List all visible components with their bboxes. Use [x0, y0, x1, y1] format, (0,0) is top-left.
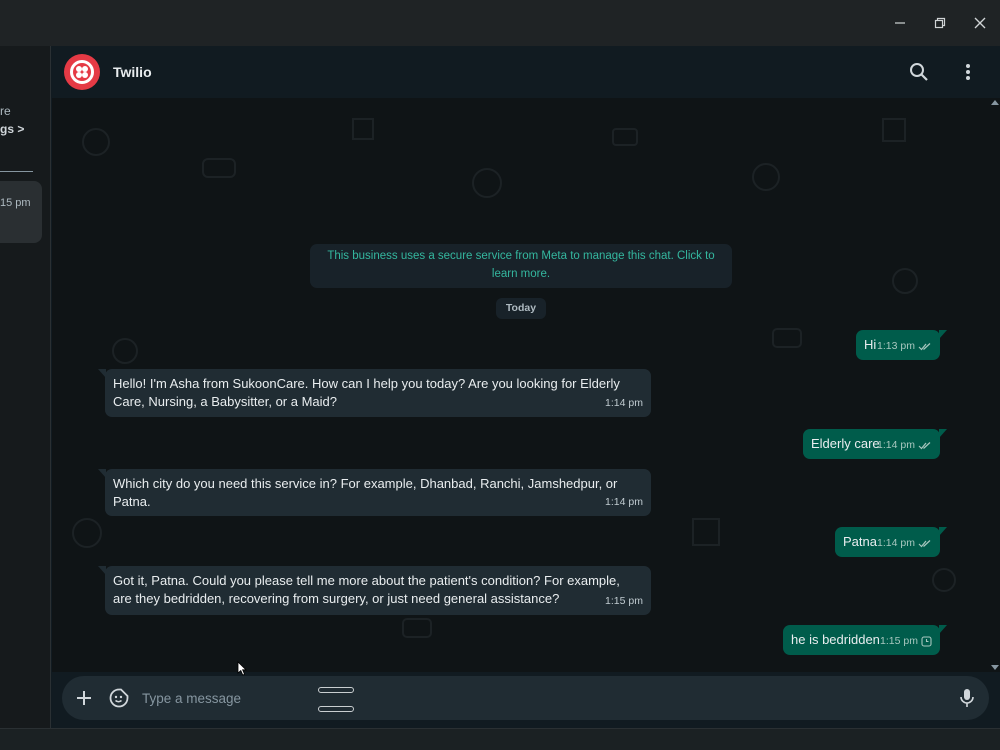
- message-meta: 1:14 pm: [877, 436, 932, 454]
- message-bubble-incoming[interactable]: Hello! I'm Asha from SukoonCare. How can…: [98, 369, 651, 417]
- message-time: 1:14 pm: [605, 496, 643, 508]
- encryption-notice[interactable]: This business uses a secure service from…: [310, 244, 732, 288]
- sidebar-chat-item[interactable]: [0, 181, 42, 243]
- window-titlebar: [0, 0, 1000, 46]
- avatar[interactable]: [64, 54, 100, 90]
- sidebar-link-fragment[interactable]: gs >: [0, 122, 24, 136]
- sticker-icon[interactable]: [107, 686, 131, 710]
- restore-icon[interactable]: [927, 10, 953, 36]
- contact-name[interactable]: Twilio: [113, 64, 152, 80]
- drag-handle-top[interactable]: [318, 687, 354, 693]
- message-bubble-outgoing[interactable]: Elderly care 1:14 pm: [803, 429, 947, 459]
- double-check-icon: [918, 441, 931, 449]
- message-time: 1:14 pm: [877, 439, 915, 451]
- message-bubble-outgoing[interactable]: Hi 1:13 pm: [856, 330, 947, 360]
- microphone-icon[interactable]: [955, 686, 979, 710]
- message-time: 1:15 pm: [605, 595, 643, 607]
- message-meta: 1:14 pm: [605, 394, 643, 412]
- plus-icon[interactable]: [72, 686, 96, 710]
- message-text: Got it, Patna. Could you please tell me …: [113, 573, 620, 606]
- message-meta: 1:14 pm: [877, 534, 932, 552]
- message-meta: 1:14 pm: [605, 493, 643, 511]
- message-bubble-outgoing[interactable]: Patna 1:14 pm: [835, 527, 947, 557]
- message-meta: 1:15 pm: [880, 632, 932, 650]
- chat-header: Twilio: [52, 46, 1000, 98]
- close-icon[interactable]: [967, 10, 993, 36]
- message-text: Hello! I'm Asha from SukoonCare. How can…: [113, 376, 620, 409]
- chat-list-sidebar: re gs > 15 pm: [0, 46, 51, 728]
- taskbar: [0, 728, 1000, 750]
- sidebar-chat-time: 15 pm: [0, 197, 31, 209]
- message-meta: 1:15 pm: [605, 592, 643, 610]
- message-list[interactable]: This business uses a secure service from…: [52, 98, 1000, 672]
- scroll-up-arrow[interactable]: [991, 100, 999, 105]
- message-input[interactable]: [142, 686, 842, 710]
- double-check-icon: [918, 539, 931, 547]
- sidebar-divider: [0, 171, 33, 172]
- message-bubble-incoming[interactable]: Got it, Patna. Could you please tell me …: [98, 566, 651, 615]
- date-divider: Today: [496, 298, 546, 319]
- message-time: 1:14 pm: [877, 537, 915, 549]
- search-icon[interactable]: [907, 60, 931, 84]
- sidebar-text-fragment: re: [0, 104, 11, 118]
- message-time: 1:14 pm: [605, 397, 643, 409]
- message-bubble-outgoing[interactable]: he is bedridden 1:15 pm: [783, 625, 947, 655]
- minimize-icon[interactable]: [887, 10, 913, 36]
- message-meta: 1:13 pm: [877, 337, 932, 355]
- twilio-logo-icon: [70, 60, 94, 84]
- clock-pending-icon: [921, 635, 932, 647]
- message-bubble-incoming[interactable]: Which city do you need this service in? …: [98, 469, 651, 516]
- scroll-down-arrow[interactable]: [991, 665, 999, 670]
- drag-handle-bottom[interactable]: [318, 706, 354, 712]
- composer-box: [62, 676, 989, 720]
- double-check-icon: [918, 342, 931, 350]
- message-time: 1:15 pm: [880, 635, 918, 647]
- message-text: Which city do you need this service in? …: [113, 476, 618, 509]
- message-composer: [52, 672, 1000, 728]
- mouse-cursor-icon: [237, 661, 247, 676]
- more-vertical-icon[interactable]: [956, 60, 980, 84]
- message-time: 1:13 pm: [877, 340, 915, 352]
